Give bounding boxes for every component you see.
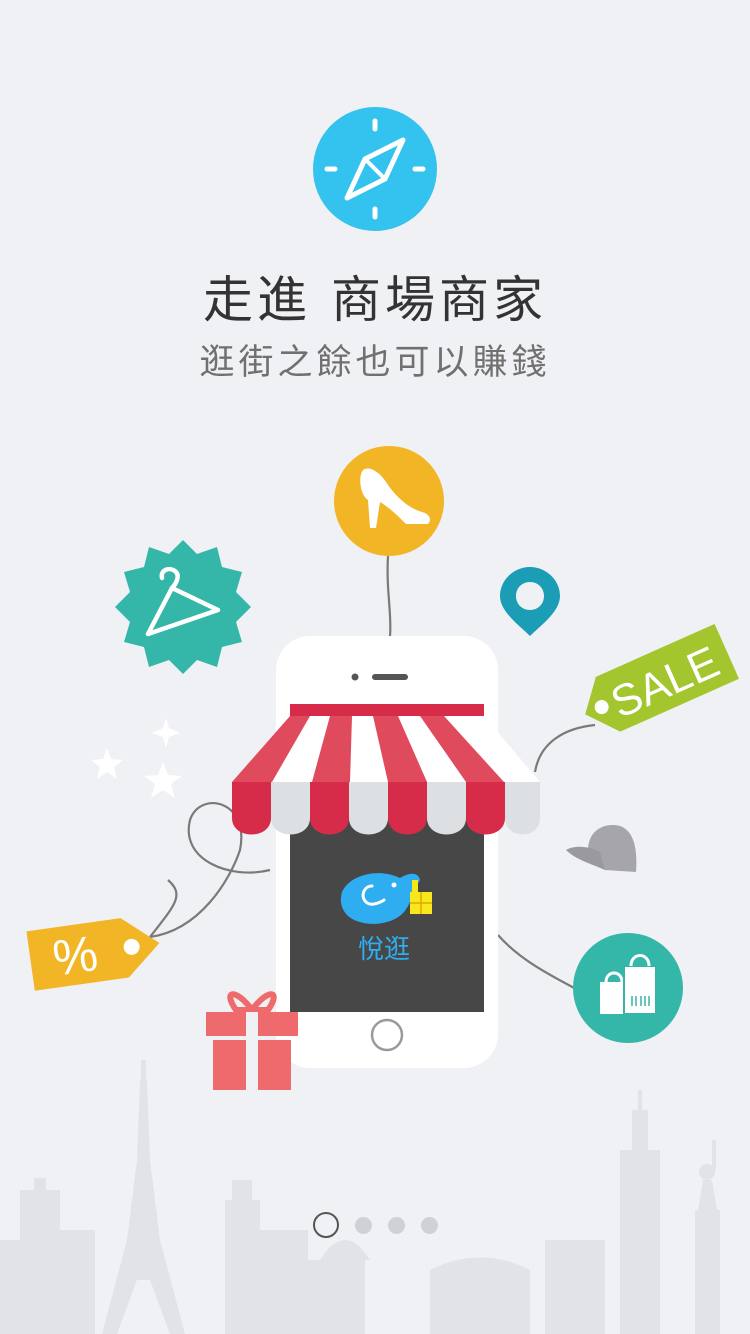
page-dot-3[interactable] [387, 1216, 405, 1234]
shopping-bags-icon [573, 933, 683, 1043]
compass-icon [313, 107, 437, 231]
sparkle-stars-icon [91, 718, 182, 798]
shop-illustration: SALE 悅逛 % [26, 446, 739, 1090]
clothes-hanger-icon [115, 540, 251, 674]
app-logo-text: 悅逛 [358, 935, 410, 965]
page-dot-4[interactable] [420, 1216, 438, 1234]
page-title: 走進 商場商家 [203, 271, 547, 329]
location-pin-icon [500, 567, 560, 636]
page-dot-2[interactable] [354, 1216, 372, 1234]
smartphone-illustration [276, 636, 498, 1068]
page-dot-1[interactable] [312, 1212, 339, 1238]
baseball-cap-icon [566, 825, 637, 872]
sale-tag: SALE [585, 623, 739, 732]
percent-tag-text: % [49, 925, 101, 987]
page-indicator [0, 1211, 750, 1239]
percent-discount-tag: % [26, 918, 160, 991]
page-subtitle: 逛街之餘也可以賺錢 [199, 343, 551, 383]
high-heel-shoe-icon [334, 446, 444, 556]
